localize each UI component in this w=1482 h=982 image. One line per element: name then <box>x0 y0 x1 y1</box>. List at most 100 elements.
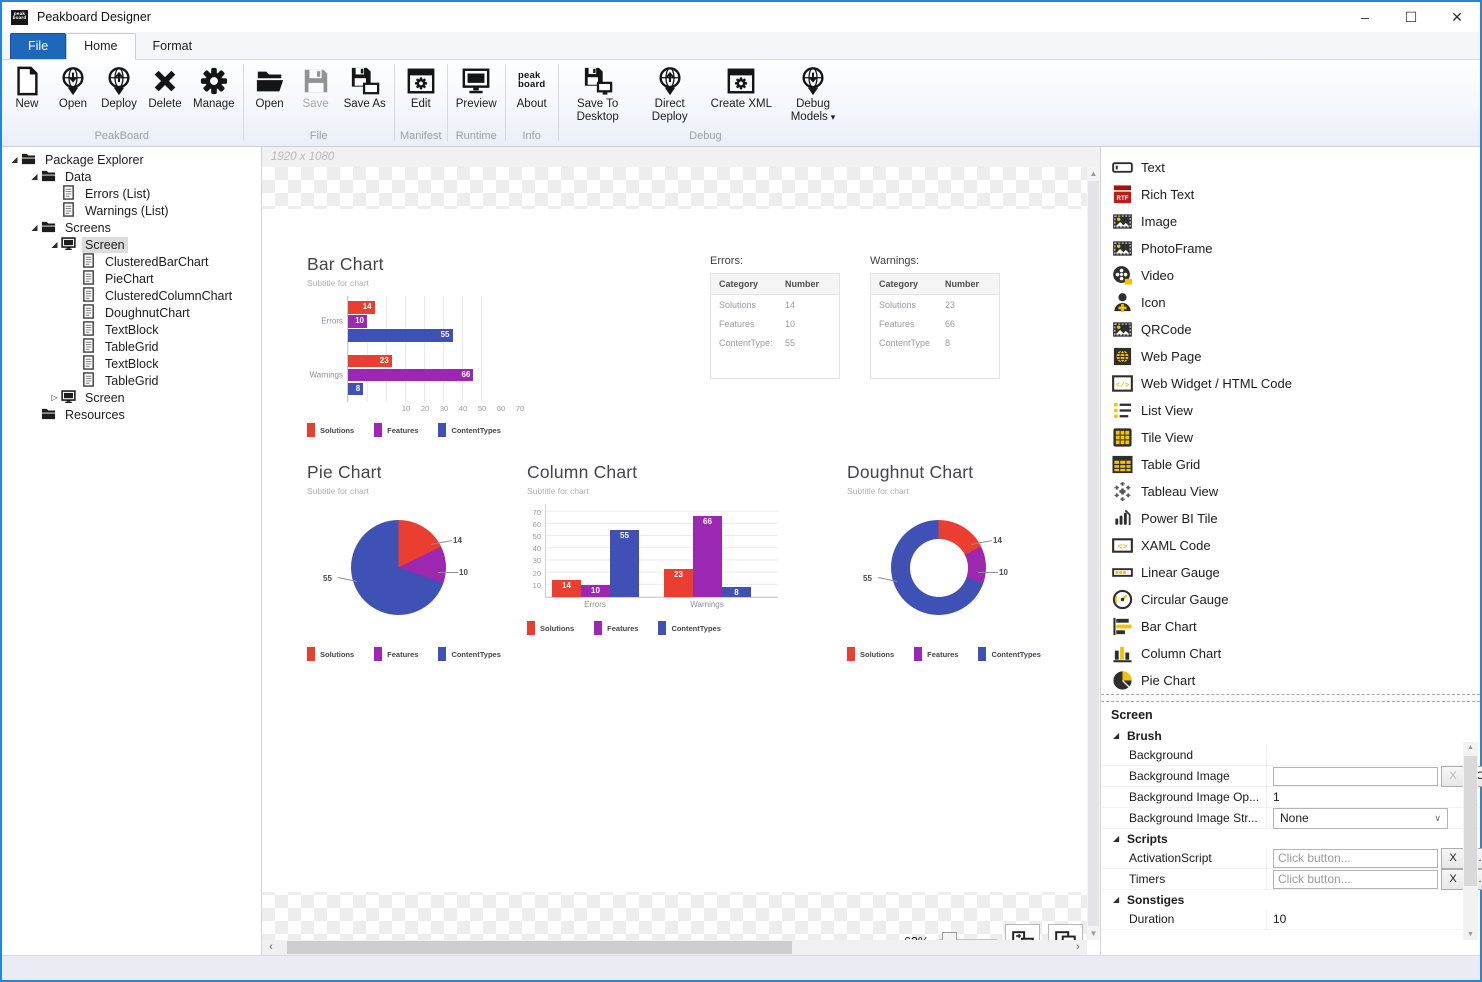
maximize-button[interactable]: ☐ <box>1388 2 1434 32</box>
scroll-up-icon[interactable]: ▲ <box>1087 169 1100 178</box>
tree-item-textblock[interactable]: TextBlock <box>2 321 261 338</box>
vertical-scrollbar-thumb[interactable] <box>1088 181 1099 926</box>
tree-item-clusteredbarchart[interactable]: ClusteredBarChart <box>2 253 261 270</box>
toolbox-item-label: Image <box>1141 214 1177 229</box>
toolbox-item-list-view[interactable]: List View <box>1101 397 1480 424</box>
design-canvas-screen[interactable]: Bar ChartSubtitle for chartErrors141055W… <box>262 209 1087 892</box>
ribbon-button-open[interactable]: Open <box>50 63 96 111</box>
ribbon-button-deploy[interactable]: Deploy <box>96 63 142 111</box>
property-input-timers[interactable] <box>1273 870 1438 889</box>
ribbon-button-save-as[interactable]: Save As <box>339 63 391 111</box>
toolbox-item-bar-chart[interactable]: Bar Chart <box>1101 613 1480 640</box>
property-input-activationscript[interactable] <box>1273 849 1438 868</box>
ribbon-button-create-xml[interactable]: Create XML <box>706 63 777 111</box>
tree-item-data[interactable]: ◢Data <box>2 168 261 185</box>
zoom-slider-thumb[interactable] <box>942 932 957 941</box>
ribbon-button-open[interactable]: Open <box>247 63 293 111</box>
expander-expanded-icon[interactable]: ◢ <box>28 223 41 232</box>
canvas-horizontal-scrollbar[interactable]: ‹ › <box>262 940 1087 955</box>
toolbox-item-xaml-code[interactable]: <>XAML Code <box>1101 532 1480 559</box>
tree-item-clusteredcolumnchart[interactable]: ClusteredColumnChart <box>2 287 261 304</box>
toolbox-item-photoframe[interactable]: PhotoFrame <box>1101 235 1480 262</box>
toolbox-item-video[interactable]: Video <box>1101 262 1480 289</box>
toolbox-item-tile-view[interactable]: Tile View <box>1101 424 1480 451</box>
expander-expanded-icon[interactable]: ◢ <box>48 240 61 249</box>
ribbon-button-manage[interactable]: Manage <box>188 63 240 111</box>
toolbox-item-icon[interactable]: Icon <box>1101 289 1480 316</box>
fit-to-screen-button[interactable] <box>1005 924 1040 940</box>
property-select-background-image-str[interactable]: None∨ <box>1273 808 1448 829</box>
ribbon-button-direct-deploy[interactable]: Direct Deploy <box>634 63 706 124</box>
toolbox-item-power-bi-tile[interactable]: Power BI Tile <box>1101 505 1480 532</box>
toolbox-item-text[interactable]: Text <box>1101 154 1480 181</box>
ribbon-button-delete[interactable]: Delete <box>142 63 188 111</box>
expander-expanded-icon[interactable]: ◢ <box>8 155 21 164</box>
toolbox-item-column-chart[interactable]: Column Chart <box>1101 640 1480 667</box>
property-button-x-background-image[interactable]: X <box>1441 766 1465 787</box>
toolbox-item-linear-gauge[interactable]: Linear Gauge <box>1101 559 1480 586</box>
tree-item-doughnutchart[interactable]: DoughnutChart <box>2 304 261 321</box>
tree-item-textblock[interactable]: TextBlock <box>2 355 261 372</box>
tree-item-resources[interactable]: Resources <box>2 406 261 423</box>
tree-item-screen[interactable]: ▷Screen <box>2 389 261 406</box>
tree-item-errors-list[interactable]: Errors (List) <box>2 185 261 202</box>
toolbox-item-image[interactable]: Image <box>1101 208 1480 235</box>
ribbon-button-debug-models[interactable]: Debug Models▾ <box>777 63 849 124</box>
property-group-brush[interactable]: ◢Brush <box>1101 726 1480 745</box>
toolbox-item-rich-text[interactable]: RTFRich Text <box>1101 181 1480 208</box>
tree-item-tablegrid[interactable]: TableGrid <box>2 372 261 389</box>
tree-item-package-explorer[interactable]: ◢Package Explorer <box>2 151 261 168</box>
property-group-sonstiges[interactable]: ◢Sonstiges <box>1101 890 1480 909</box>
properties-scrollbar-thumb[interactable] <box>1464 756 1477 886</box>
toolbox-item-pie-chart[interactable]: Pie Chart <box>1101 667 1480 694</box>
legend-item-solutions: Solutions <box>307 647 354 661</box>
property-input-background-image[interactable] <box>1273 767 1438 786</box>
expander-expanded-icon[interactable]: ◢ <box>1101 834 1127 843</box>
scroll-down-icon[interactable]: ▼ <box>1463 931 1478 938</box>
toolbox-item-tableau-view[interactable]: Tableau View <box>1101 478 1480 505</box>
copy-screen-button[interactable] <box>1048 924 1083 940</box>
minimize-button[interactable]: – <box>1342 2 1388 32</box>
widget-warnings-table[interactable]: Warnings:CategoryNumberSolutions23Featur… <box>870 255 1010 379</box>
scroll-up-icon[interactable]: ▲ <box>1463 744 1478 751</box>
widget-column[interactable]: Column ChartSubtitle for chart1020304050… <box>527 461 787 635</box>
property-button-x-activationscript[interactable]: X <box>1441 848 1465 869</box>
toolbox-item-web-widget-html-code[interactable]: </>Web Widget / HTML Code <box>1101 370 1480 397</box>
scroll-down-icon[interactable]: ▼ <box>1087 929 1100 938</box>
widget-pie[interactable]: Pie ChartSubtitle for chart141055Solutio… <box>307 461 502 661</box>
canvas-vertical-scrollbar[interactable]: ▲ ▼ <box>1087 167 1100 940</box>
tree-item-tablegrid[interactable]: TableGrid <box>2 338 261 355</box>
canvas-viewport[interactable]: Bar ChartSubtitle for chartErrors141055W… <box>262 167 1087 940</box>
toolbox-item-table-grid[interactable]: Table Grid <box>1101 451 1480 478</box>
toolbox-item-web-page[interactable]: Web Page <box>1101 343 1480 370</box>
ribbon-button-edit[interactable]: Edit <box>398 63 444 111</box>
panel-splitter[interactable] <box>1101 694 1480 702</box>
expander-expanded-icon[interactable]: ◢ <box>1101 731 1127 740</box>
expander-expanded-icon[interactable]: ◢ <box>1101 895 1127 904</box>
widget-errors-table[interactable]: Errors:CategoryNumberSolutions14Features… <box>710 255 850 379</box>
expander-collapsed-icon[interactable]: ▷ <box>48 393 61 402</box>
properties-scrollbar[interactable]: ▲ ▼ <box>1463 742 1478 940</box>
widget-bar[interactable]: Bar ChartSubtitle for chartErrors141055W… <box>307 253 507 437</box>
toolbox-item-circular-gauge[interactable]: Circular Gauge <box>1101 586 1480 613</box>
ribbon-button-new[interactable]: New <box>4 63 50 111</box>
expander-expanded-icon[interactable]: ◢ <box>28 172 41 181</box>
ribbon-button-preview[interactable]: Preview <box>451 63 502 111</box>
widget-doughnut[interactable]: Doughnut ChartSubtitle for chart141055So… <box>847 461 1042 661</box>
tab-home[interactable]: Home <box>66 33 135 60</box>
tab-file[interactable]: File <box>10 33 66 59</box>
property-button-x-timers[interactable]: X <box>1441 869 1465 890</box>
tree-item-piechart[interactable]: PieChart <box>2 270 261 287</box>
tree-item-screen[interactable]: ◢Screen <box>2 236 261 253</box>
tab-format[interactable]: Format <box>136 34 210 59</box>
ribbon-button-save-to-desktop[interactable]: Save To Desktop <box>562 63 634 124</box>
scroll-left-icon[interactable]: ‹ <box>264 940 278 955</box>
ribbon-button-about[interactable]: peakboardAbout <box>509 63 555 111</box>
horizontal-scrollbar-thumb[interactable] <box>287 941 792 954</box>
toolbox-item-qrcode[interactable]: QRCode <box>1101 316 1480 343</box>
tree-item-screens[interactable]: ◢Screens <box>2 219 261 236</box>
close-button[interactable]: ✕ <box>1434 2 1480 32</box>
property-group-scripts[interactable]: ◢Scripts <box>1101 829 1480 848</box>
tree-item-warnings-list[interactable]: Warnings (List) <box>2 202 261 219</box>
scroll-right-icon[interactable]: › <box>1071 940 1085 955</box>
